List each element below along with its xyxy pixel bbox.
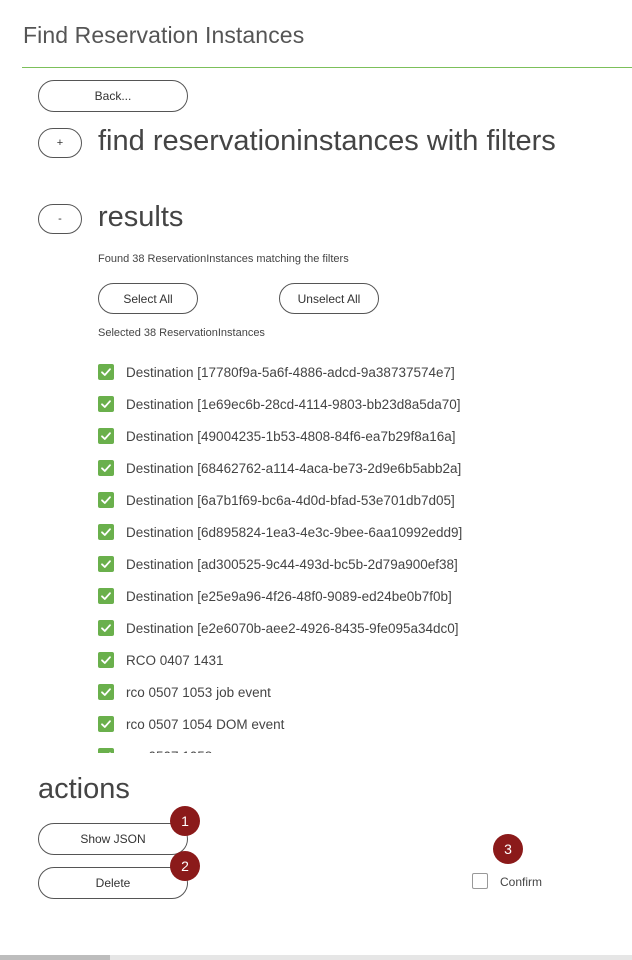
item-label: Destination [6a7b1f69-bc6a-4d0d-bfad-53e… (126, 492, 455, 508)
item-label: rco 0507 1054 DOM event (126, 716, 285, 732)
actions-heading: actions (38, 773, 130, 805)
list-item[interactable]: Destination [e25e9a96-4f26-48f0-9089-ed2… (98, 580, 618, 612)
item-label: Destination [ad300525-9c44-493d-bc5b-2d7… (126, 556, 458, 572)
confirm-label: Confirm (500, 875, 543, 889)
filters-heading: find reservationinstances with filters (98, 125, 556, 157)
item-checkbox[interactable] (98, 396, 114, 412)
item-label: rco 0507 1058 (126, 749, 212, 754)
item-checkbox[interactable] (98, 652, 114, 668)
item-label: Destination [17780f9a-5a6f-4886-adcd-9a3… (126, 364, 455, 380)
list-item[interactable]: Destination [e2e6070b-aee2-4926-8435-9fe… (98, 612, 618, 644)
item-checkbox[interactable] (98, 716, 114, 732)
list-item[interactable]: Destination [68462762-a114-4aca-be73-2d9… (98, 452, 618, 484)
list-item[interactable]: rco 0507 1053 job event (98, 676, 618, 708)
step-badge-3: 3 (493, 834, 523, 864)
item-checkbox[interactable] (98, 364, 114, 380)
checkmark-icon (101, 528, 111, 536)
checkmark-icon (101, 432, 111, 440)
results-list[interactable]: Destination [17780f9a-5a6f-4886-adcd-9a3… (98, 356, 618, 753)
confirm-checkbox[interactable] (472, 873, 488, 889)
horizontal-scrollbar-thumb[interactable] (0, 955, 110, 960)
checkmark-icon (101, 624, 111, 632)
checkmark-icon (101, 560, 111, 568)
unselect-all-button[interactable]: Unselect All (279, 283, 379, 314)
item-checkbox[interactable] (98, 684, 114, 700)
item-checkbox[interactable] (98, 460, 114, 476)
list-item[interactable]: Destination [49004235-1b53-4808-84f6-ea7… (98, 420, 618, 452)
item-checkbox[interactable] (98, 588, 114, 604)
item-label: Destination [6d895824-1ea3-4e3c-9bee-6aa… (126, 524, 463, 540)
item-checkbox[interactable] (98, 428, 114, 444)
checkmark-icon (101, 656, 111, 664)
list-item[interactable]: rco 0507 1058 (98, 740, 618, 753)
item-checkbox[interactable] (98, 748, 114, 753)
step-badge-2: 2 (170, 851, 200, 881)
item-label: Destination [e2e6070b-aee2-4926-8435-9fe… (126, 620, 459, 636)
item-label: Destination [1e69ec6b-28cd-4114-9803-bb2… (126, 396, 461, 412)
item-label: rco 0507 1053 job event (126, 684, 271, 700)
results-collapse-button[interactable]: - (38, 204, 82, 234)
item-checkbox[interactable] (98, 620, 114, 636)
selected-count-text: Selected 38 ReservationInstances (98, 327, 265, 339)
checkmark-icon (101, 368, 111, 376)
item-checkbox[interactable] (98, 492, 114, 508)
list-item[interactable]: Destination [6a7b1f69-bc6a-4d0d-bfad-53e… (98, 484, 618, 516)
checkmark-icon (108, 752, 111, 753)
item-label: Destination [68462762-a114-4aca-be73-2d9… (126, 460, 462, 476)
item-label: RCO 0407 1431 (126, 652, 224, 668)
page-title: Find Reservation Instances (23, 22, 305, 48)
checkmark-icon (101, 720, 111, 728)
list-item[interactable]: Destination [ad300525-9c44-493d-bc5b-2d7… (98, 548, 618, 580)
list-item[interactable]: RCO 0407 1431 (98, 644, 618, 676)
select-all-button[interactable]: Select All (98, 283, 198, 314)
show-json-button[interactable]: Show JSON (38, 823, 188, 855)
checkmark-icon (101, 464, 111, 472)
list-item[interactable]: rco 0507 1054 DOM event (98, 708, 618, 740)
list-item[interactable]: Destination [17780f9a-5a6f-4886-adcd-9a3… (98, 356, 618, 388)
item-label: Destination [49004235-1b53-4808-84f6-ea7… (126, 428, 456, 444)
results-heading: results (98, 201, 184, 233)
item-label: Destination [e25e9a96-4f26-48f0-9089-ed2… (126, 588, 452, 604)
checkmark-icon (101, 400, 111, 408)
checkmark-icon (101, 688, 111, 696)
item-checkbox[interactable] (98, 524, 114, 540)
title-divider (22, 67, 632, 68)
list-item[interactable]: Destination [1e69ec6b-28cd-4114-9803-bb2… (98, 388, 618, 420)
checkmark-icon (101, 496, 111, 504)
delete-button[interactable]: Delete (38, 867, 188, 899)
checkmark-icon (101, 592, 111, 600)
item-checkbox[interactable] (98, 556, 114, 572)
filters-expand-button[interactable]: + (38, 128, 82, 158)
step-badge-1: 1 (170, 806, 200, 836)
results-count-text: Found 38 ReservationInstances matching t… (98, 253, 349, 265)
list-item[interactable]: Destination [6d895824-1ea3-4e3c-9bee-6aa… (98, 516, 618, 548)
back-button[interactable]: Back... (38, 80, 188, 112)
